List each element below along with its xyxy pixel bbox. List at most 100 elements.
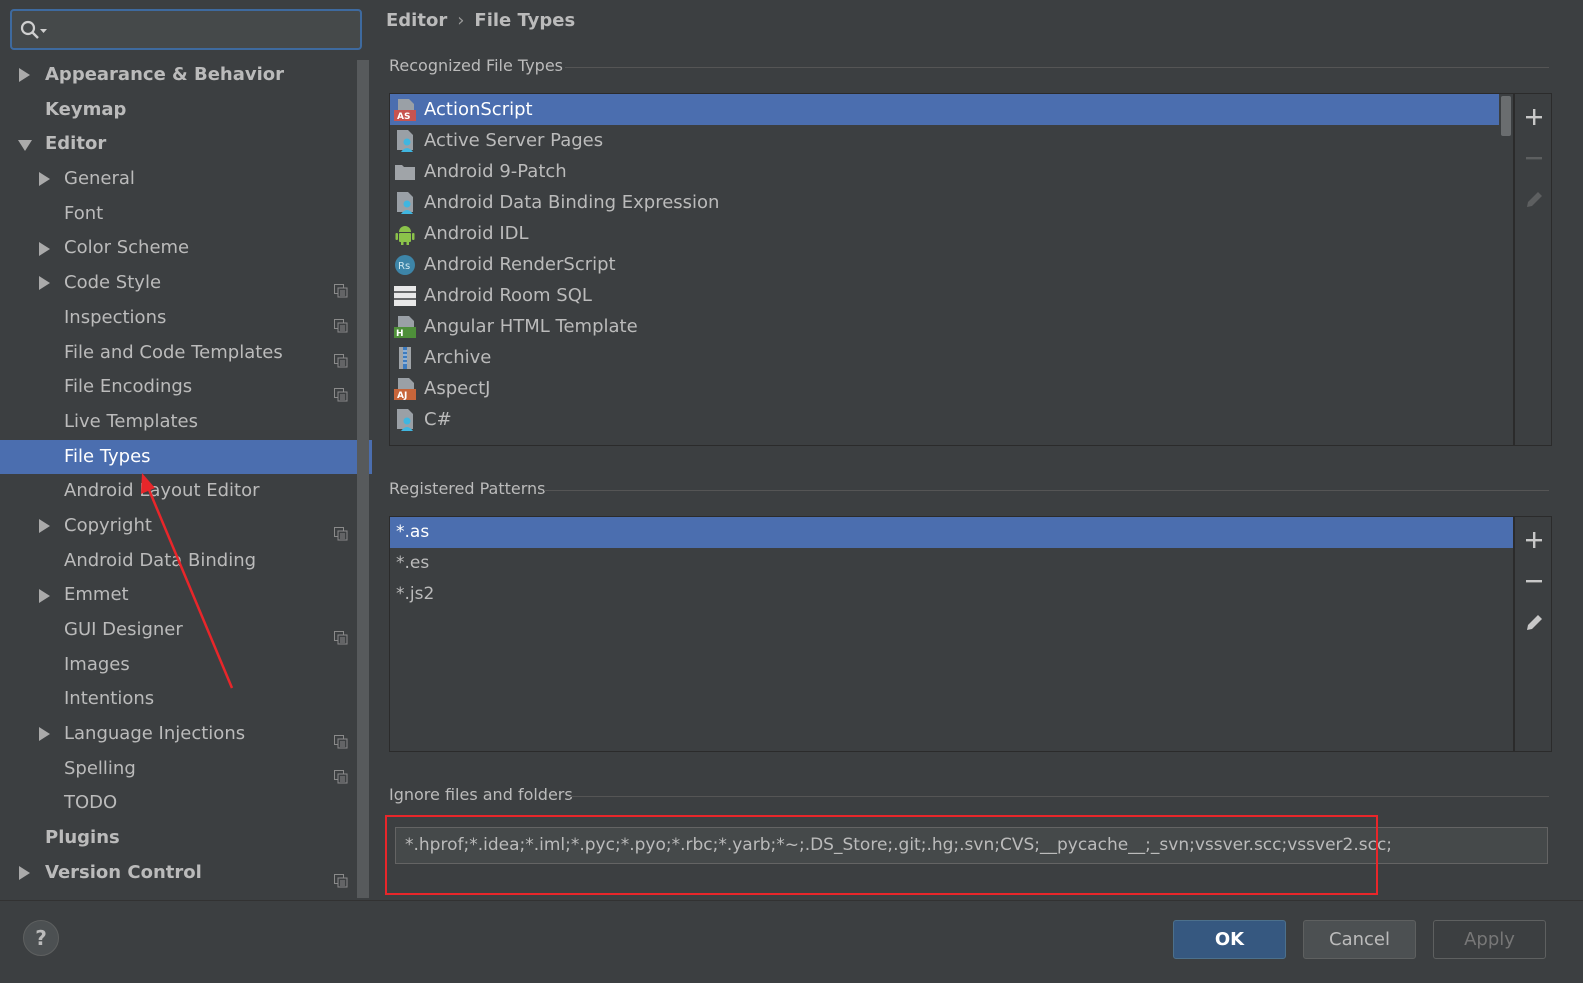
sidebar-item-todo[interactable]: TODO — [0, 786, 356, 821]
html-icon: H — [394, 316, 416, 339]
sidebar-item-file-encodings[interactable]: File Encodings — [0, 370, 356, 405]
sidebar-item-plugins[interactable]: Plugins — [0, 821, 356, 856]
sidebar-item-label: TODO — [64, 792, 118, 814]
breadcrumb-parent[interactable]: Editor — [386, 10, 447, 31]
sidebar-item-label: Android Data Binding — [64, 549, 257, 571]
settings-sidebar: Appearance & Behavior Keymap Editor General… — [0, 0, 372, 900]
sidebar-item-label: General — [64, 168, 135, 190]
sidebar-item-label: Copyright — [64, 514, 152, 536]
sidebar-item-live-templates[interactable]: Live Templates — [0, 405, 356, 440]
aspectj-icon: AJ — [394, 378, 416, 401]
sidebar-item-editor[interactable]: Editor — [0, 127, 356, 162]
file-type-label: Android 9-Patch — [424, 161, 567, 182]
expand-arrow-right-icon[interactable] — [38, 509, 54, 544]
sidebar-item-language-injections[interactable]: Language Injections — [0, 717, 356, 752]
sidebar-item-label: Inspections — [64, 306, 167, 328]
file-type-row[interactable]: AJ AspectJ — [390, 373, 1513, 404]
expand-arrow-right-icon[interactable] — [18, 856, 34, 891]
sidebar-scrollbar[interactable] — [357, 60, 369, 898]
file-type-label: Archive — [424, 347, 492, 368]
apply-button[interactable]: Apply — [1433, 920, 1546, 959]
sidebar-item-file-and-code-templates[interactable]: File and Code Templates — [0, 336, 356, 371]
expand-arrow-right-icon[interactable] — [38, 717, 54, 752]
sidebar-item-keymap[interactable]: Keymap — [0, 93, 356, 128]
edit-file-type-button[interactable] — [1523, 189, 1545, 211]
pattern-row[interactable]: *.as — [390, 517, 1513, 548]
expand-arrow-right-icon[interactable] — [38, 266, 54, 301]
sidebar-item-label: Version Control — [45, 861, 202, 883]
file-type-row[interactable]: Android Data Binding Expression — [390, 187, 1513, 218]
sidebar-item-label: Language Injections — [64, 723, 246, 745]
archive-icon — [394, 347, 416, 369]
ok-button[interactable]: OK — [1173, 920, 1286, 959]
expand-arrow-right-icon[interactable] — [38, 231, 54, 266]
file-type-label: AspectJ — [424, 378, 491, 399]
sidebar-item-appearance-behavior[interactable]: Appearance & Behavior — [0, 58, 356, 93]
sidebar-item-gui-designer[interactable]: GUI Designer — [0, 613, 356, 648]
svg-text:Rs: Rs — [398, 261, 410, 272]
file-type-row[interactable]: AS ActionScript — [390, 94, 1499, 125]
project-settings-icon — [334, 762, 348, 784]
file-type-row[interactable]: H Angular HTML Template — [390, 311, 1513, 342]
sidebar-item-file-types[interactable]: File Types — [0, 439, 372, 475]
sidebar-item-label: Keymap — [45, 98, 127, 120]
sidebar-item-label: Font — [64, 202, 104, 224]
registered-patterns-list[interactable]: *.as *.es *.js2 — [389, 516, 1514, 752]
file-type-row[interactable]: Rs Android RenderScript — [390, 249, 1513, 280]
file-type-row[interactable]: Active Server Pages — [390, 125, 1513, 156]
breadcrumb-separator: › — [457, 10, 465, 31]
sidebar-item-spelling[interactable]: Spelling — [0, 752, 356, 787]
sidebar-item-label: Color Scheme — [64, 237, 190, 259]
sidebar-item-inspections[interactable]: Inspections — [0, 301, 356, 336]
pattern-row[interactable]: *.js2 — [390, 579, 1513, 610]
annotation-highlight-box — [385, 815, 1378, 895]
sidebar-item-font[interactable]: Font — [0, 197, 356, 232]
expand-arrow-right-icon[interactable] — [38, 162, 54, 197]
sidebar-item-code-style[interactable]: Code Style — [0, 266, 356, 301]
sidebar-item-color-scheme[interactable]: Color Scheme — [0, 231, 356, 266]
sidebar-item-version-control[interactable]: Version Control — [0, 856, 356, 891]
list-scrollbar-thumb[interactable] — [1501, 96, 1511, 136]
search-input[interactable] — [10, 9, 362, 50]
file-type-label: Android Data Binding Expression — [424, 192, 720, 213]
breadcrumb: Editor › File Types — [386, 10, 575, 31]
project-settings-icon — [334, 623, 348, 645]
recognized-file-types-title: Recognized File Types — [389, 56, 563, 75]
remove-file-type-button[interactable] — [1523, 147, 1545, 169]
file-type-row[interactable]: C# — [390, 404, 1513, 435]
file-type-row[interactable]: Android 9-Patch — [390, 156, 1513, 187]
file-type-row[interactable]: Android Room SQL — [390, 280, 1513, 311]
sidebar-item-label: Intentions — [64, 688, 155, 710]
expand-arrow-right-icon[interactable] — [18, 58, 34, 93]
sidebar-item-images[interactable]: Images — [0, 648, 356, 683]
pattern-row[interactable]: *.es — [390, 548, 1513, 579]
sidebar-item-intentions[interactable]: Intentions — [0, 682, 356, 717]
sidebar-item-copyright[interactable]: Copyright — [0, 509, 356, 544]
section-divider — [565, 67, 1549, 68]
file-type-row[interactable]: Archive — [390, 342, 1513, 373]
sidebar-item-label: File Types — [64, 445, 151, 467]
file-types-toolbar — [1514, 93, 1552, 446]
sidebar-item-general[interactable]: General — [0, 162, 356, 197]
project-settings-icon — [334, 727, 348, 749]
sidebar-item-emmet[interactable]: Emmet — [0, 578, 356, 613]
add-pattern-button[interactable] — [1523, 529, 1545, 551]
project-settings-icon — [334, 519, 348, 541]
sidebar-item-label: Plugins — [45, 827, 120, 849]
expand-arrow-right-icon[interactable] — [38, 578, 54, 613]
file-type-row[interactable]: Android IDL — [390, 218, 1513, 249]
pencil-icon — [1527, 615, 1542, 630]
remove-pattern-button[interactable] — [1523, 570, 1545, 592]
sidebar-item-android-layout-editor[interactable]: Android Layout Editor — [0, 474, 356, 509]
help-button[interactable]: ? — [23, 920, 59, 956]
project-settings-icon — [334, 866, 348, 888]
expand-arrow-down-icon[interactable] — [18, 127, 34, 162]
add-file-type-button[interactable] — [1523, 106, 1545, 128]
recognized-file-types-list[interactable]: AS ActionScript Active Server Pages Android… — [389, 93, 1514, 446]
cancel-button[interactable]: Cancel — [1303, 920, 1416, 959]
project-settings-icon — [334, 311, 348, 333]
renderscript-icon: Rs — [394, 254, 416, 276]
edit-pattern-button[interactable] — [1523, 612, 1545, 634]
registered-patterns-title: Registered Patterns — [389, 479, 546, 498]
sidebar-item-android-data-binding[interactable]: Android Data Binding — [0, 544, 356, 579]
